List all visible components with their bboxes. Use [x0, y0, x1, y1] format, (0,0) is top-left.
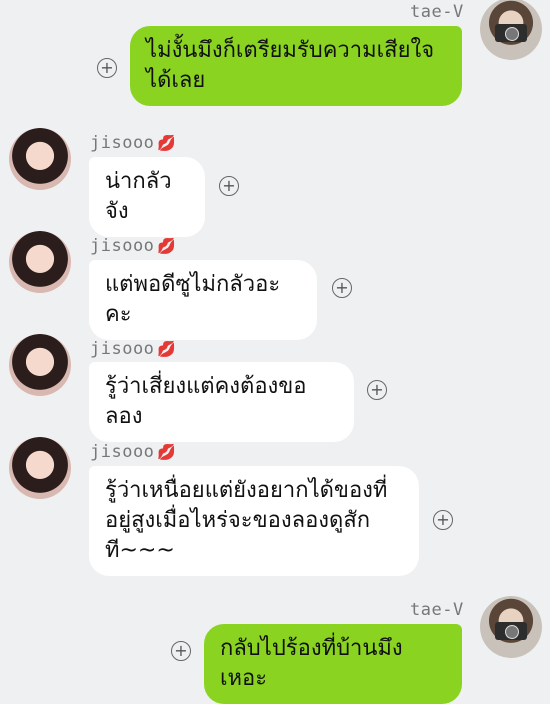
avatar[interactable]	[9, 334, 71, 396]
avatar[interactable]	[480, 596, 542, 658]
avatar[interactable]	[9, 231, 71, 293]
message-bubble[interactable]: รู้ว่าเสี่ยงแต่คงต้องขอลอง	[89, 362, 354, 442]
kiss-lips-icon: 💋	[157, 340, 177, 358]
add-reaction-icon[interactable]: +	[367, 380, 387, 400]
message-bubble[interactable]: ไม่งั้นมึงก็เตรียมรับความเสียใจได้เลย	[130, 26, 462, 106]
kiss-lips-icon: 💋	[157, 134, 177, 152]
kiss-lips-icon: 💋	[157, 443, 177, 461]
sender-name: jisooo 💋	[90, 339, 177, 359]
sender-name: jisooo 💋	[90, 133, 177, 153]
sender-name: jisooo 💋	[90, 236, 177, 256]
sender-name: jisooo 💋	[90, 442, 177, 462]
sender-name: tae-V	[410, 600, 464, 620]
avatar[interactable]	[9, 437, 71, 499]
message-bubble[interactable]: กลับไปร้องที่บ้านมึงเหอะ	[204, 624, 462, 704]
avatar[interactable]	[9, 128, 71, 190]
add-reaction-icon[interactable]: +	[97, 58, 117, 78]
message-bubble[interactable]: รู้ว่าเหนื่อยแต่ยังอยากได้ของที่อยู่สูงเ…	[89, 466, 419, 576]
add-reaction-icon[interactable]: +	[219, 176, 239, 196]
avatar[interactable]	[480, 0, 542, 60]
sender-name: tae-V	[410, 2, 464, 22]
add-reaction-icon[interactable]: +	[171, 641, 191, 661]
add-reaction-icon[interactable]: +	[433, 510, 453, 530]
kiss-lips-icon: 💋	[157, 237, 177, 255]
message-bubble[interactable]: แต่พอดีซูไม่กลัวอะคะ	[89, 260, 317, 340]
add-reaction-icon[interactable]: +	[332, 278, 352, 298]
message-bubble[interactable]: น่ากลัวจัง	[89, 157, 205, 237]
